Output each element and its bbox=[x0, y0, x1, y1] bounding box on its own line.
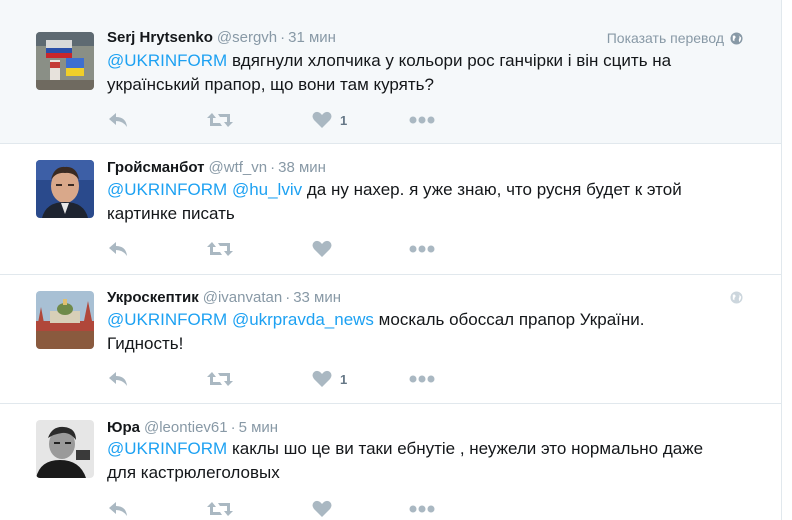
translate-link[interactable]: Показать перевод bbox=[607, 30, 743, 46]
reply-icon bbox=[109, 372, 127, 386]
reply-button[interactable] bbox=[107, 239, 129, 259]
more-button[interactable] bbox=[409, 239, 435, 259]
more-icon bbox=[409, 505, 435, 513]
author-handle[interactable]: @sergvh bbox=[217, 29, 277, 46]
more-icon bbox=[409, 375, 435, 383]
like-button[interactable]: 1 bbox=[312, 369, 347, 389]
timestamp[interactable]: 31 мин bbox=[288, 29, 336, 46]
reply-icon bbox=[109, 113, 127, 127]
author-name[interactable]: Юра bbox=[107, 419, 140, 436]
retweet-icon bbox=[207, 372, 233, 386]
tweet-text: @UKRINFORM вдягнули хлопчика у кольори р… bbox=[107, 49, 707, 97]
reply-button[interactable] bbox=[107, 499, 129, 519]
heart-icon bbox=[312, 500, 332, 517]
timeline: Serj Hrytsenko @sergvh · 31 мин Показать пе… bbox=[0, 0, 782, 520]
translate-label[interactable]: Показать перевод bbox=[607, 30, 724, 46]
tweet-actions: 1 bbox=[107, 369, 447, 389]
mention-link[interactable]: @hu_lviv bbox=[232, 180, 302, 199]
like-button[interactable] bbox=[312, 499, 340, 519]
retweet-button[interactable] bbox=[207, 239, 233, 259]
tweet-header: Юра @leontiev61 · 5 мин bbox=[107, 419, 278, 437]
retweet-icon bbox=[207, 502, 233, 516]
kremlin-icon bbox=[36, 291, 94, 349]
tweet-actions bbox=[107, 499, 447, 519]
author-handle[interactable]: @leontiev61 bbox=[144, 419, 228, 436]
more-icon bbox=[409, 116, 435, 124]
avatar[interactable] bbox=[36, 291, 94, 349]
retweet-icon bbox=[207, 242, 233, 256]
reply-button[interactable] bbox=[107, 110, 129, 130]
tweet[interactable]: Serj Hrytsenko @sergvh · 31 мин Показать пе… bbox=[0, 0, 781, 144]
timestamp[interactable]: 33 мин bbox=[293, 289, 341, 306]
retweet-button[interactable] bbox=[207, 499, 233, 519]
mention-link[interactable]: @UKRINFORM bbox=[107, 180, 227, 199]
more-button[interactable] bbox=[409, 369, 435, 389]
globe-icon bbox=[730, 291, 743, 304]
retweet-icon bbox=[207, 113, 233, 127]
author-handle[interactable]: @ivanvatan bbox=[203, 289, 282, 306]
timestamp[interactable]: 5 мин bbox=[239, 419, 279, 436]
heart-icon bbox=[312, 111, 332, 128]
tweet-text: @UKRINFORM @ukrpravda_news москаль обосс… bbox=[107, 308, 707, 356]
bw-portrait-icon bbox=[36, 420, 94, 478]
avatar[interactable] bbox=[36, 32, 94, 90]
separator-dot: · bbox=[270, 159, 276, 176]
tweet[interactable]: Гройсманбот @wtf_vn · 38 мин @UKRINFORM @hu… bbox=[0, 144, 781, 275]
tweet-header: Гройсманбот @wtf_vn · 38 мин bbox=[107, 159, 326, 177]
mention-link[interactable]: @ukrpravda_news bbox=[232, 310, 374, 329]
tweet[interactable]: Юра @leontiev61 · 5 мин @UKRINFORM каклы шо… bbox=[0, 404, 781, 520]
heart-icon bbox=[312, 240, 332, 257]
author-name[interactable]: Гройсманбот bbox=[107, 159, 205, 176]
reply-icon bbox=[109, 502, 127, 516]
author-name[interactable]: Serj Hrytsenko bbox=[107, 29, 213, 46]
author-name[interactable]: Укроскептик bbox=[107, 289, 199, 306]
retweet-button[interactable] bbox=[207, 369, 233, 389]
avatar[interactable] bbox=[36, 160, 94, 218]
tweet-actions: 1 bbox=[107, 110, 447, 130]
avatar[interactable] bbox=[36, 420, 94, 478]
more-button[interactable] bbox=[409, 499, 435, 519]
mention-link[interactable]: @UKRINFORM bbox=[107, 51, 227, 70]
heart-icon bbox=[312, 370, 332, 387]
translate-link[interactable] bbox=[730, 291, 743, 304]
mention-link[interactable]: @UKRINFORM bbox=[107, 310, 227, 329]
reply-button[interactable] bbox=[107, 369, 129, 389]
separator-dot: · bbox=[230, 419, 236, 436]
tweet-actions bbox=[107, 239, 447, 259]
flag-photo-icon bbox=[36, 32, 94, 90]
like-count: 1 bbox=[340, 371, 348, 387]
tweet-text: @UKRINFORM @hu_lviv да ну нахер. я уже з… bbox=[107, 178, 707, 226]
separator-dot: · bbox=[280, 29, 286, 46]
more-icon bbox=[409, 245, 435, 253]
timestamp[interactable]: 38 мин bbox=[278, 159, 326, 176]
reply-icon bbox=[109, 242, 127, 256]
like-button[interactable]: 1 bbox=[312, 110, 347, 130]
separator-dot: · bbox=[285, 289, 291, 306]
tweet[interactable]: Укроскептик @ivanvatan · 33 мин @UKRINFORM … bbox=[0, 275, 781, 404]
tweet-text: @UKRINFORM каклы шо це ви таки ебнутіе ,… bbox=[107, 437, 707, 485]
like-count: 1 bbox=[340, 112, 348, 128]
portrait-man-icon bbox=[36, 160, 94, 218]
retweet-button[interactable] bbox=[207, 110, 233, 130]
globe-icon bbox=[730, 31, 743, 45]
tweet-header: Укроскептик @ivanvatan · 33 мин bbox=[107, 289, 341, 307]
mention-link[interactable]: @UKRINFORM bbox=[107, 439, 227, 458]
author-handle[interactable]: @wtf_vn bbox=[209, 159, 268, 176]
tweet-header: Serj Hrytsenko @sergvh · 31 мин bbox=[107, 29, 336, 47]
like-button[interactable] bbox=[312, 239, 340, 259]
more-button[interactable] bbox=[409, 110, 435, 130]
